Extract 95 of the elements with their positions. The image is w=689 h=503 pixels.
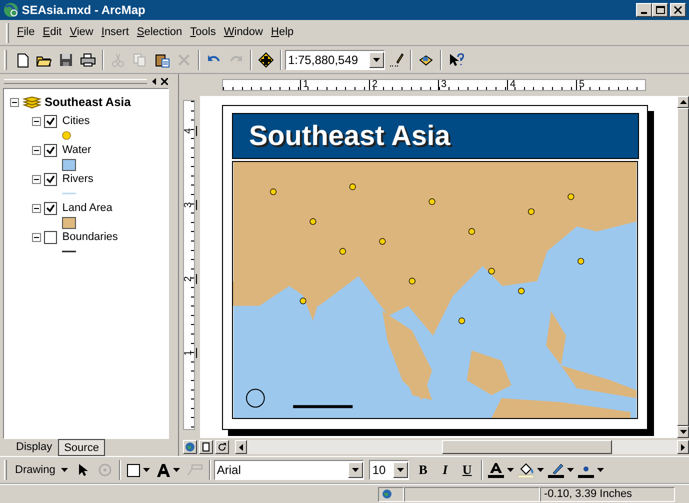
caret-icon bbox=[397, 468, 404, 472]
page-layout-icon bbox=[201, 442, 211, 452]
toolbar-button[interactable] bbox=[183, 440, 197, 454]
refresh-icon bbox=[217, 442, 227, 452]
caret-icon bbox=[507, 468, 514, 472]
collapse-icon[interactable] bbox=[32, 174, 41, 184]
rectangle-icon bbox=[127, 464, 140, 476]
layer-name[interactable]: Boundaries bbox=[62, 229, 118, 246]
callout-icon bbox=[186, 464, 203, 476]
caret-icon bbox=[537, 468, 544, 472]
copy-icon bbox=[132, 52, 148, 68]
ruler-number: 1 bbox=[300, 80, 369, 90]
caret-icon bbox=[597, 468, 604, 472]
toolbar-button[interactable] bbox=[215, 440, 229, 454]
vertical-scrollbar[interactable] bbox=[677, 96, 689, 438]
ruler-number: 2 bbox=[181, 274, 197, 284]
caret-icon bbox=[173, 468, 180, 472]
left-arrow-icon bbox=[239, 444, 243, 450]
ruler-number: 4 bbox=[507, 80, 576, 90]
data-frame-name[interactable]: Southeast Asia bbox=[44, 93, 131, 111]
caret-icon bbox=[567, 468, 574, 472]
menu-item[interactable]: View bbox=[66, 24, 98, 41]
ruler-number: 3 bbox=[438, 80, 507, 90]
italic-button[interactable]: I bbox=[434, 459, 456, 481]
line-color-icon bbox=[548, 462, 564, 478]
collapse-icon[interactable] bbox=[32, 116, 41, 126]
ruler-number: 2 bbox=[369, 80, 438, 90]
layer-checkbox[interactable] bbox=[44, 230, 57, 244]
up-arrow-icon bbox=[680, 100, 686, 104]
ruler-number: 1 bbox=[181, 348, 197, 358]
layer-name[interactable]: Rivers bbox=[62, 171, 94, 188]
menu-item[interactable]: Tools bbox=[186, 24, 220, 41]
text-tool-icon bbox=[157, 464, 170, 476]
menu-item[interactable]: Edit bbox=[38, 24, 66, 41]
collapse-icon[interactable] bbox=[32, 232, 41, 242]
tab[interactable]: Source bbox=[58, 439, 105, 456]
caret-icon bbox=[352, 468, 359, 472]
horizontal-scrollbar[interactable] bbox=[235, 440, 689, 454]
delete-icon bbox=[176, 52, 192, 68]
underline-button[interactable]: U bbox=[456, 459, 478, 481]
layers-icon bbox=[22, 95, 42, 109]
rotate-icon bbox=[98, 463, 112, 477]
whats-this-icon bbox=[448, 52, 464, 68]
scale-dropdown[interactable]: 1:75,880,549 bbox=[285, 50, 385, 70]
menu-item[interactable]: Help bbox=[267, 24, 298, 41]
down-arrow-icon bbox=[680, 430, 686, 434]
layer-checkbox[interactable] bbox=[44, 172, 57, 186]
caret-icon bbox=[373, 58, 380, 62]
font-size-dropdown[interactable]: 10 bbox=[369, 460, 410, 480]
globe-icon bbox=[382, 489, 392, 499]
printer-icon bbox=[80, 52, 96, 68]
scissors-icon bbox=[110, 52, 126, 68]
coordinates-readout: -0.10, 3.39 Inches bbox=[540, 486, 675, 502]
close-button[interactable] bbox=[670, 3, 686, 17]
globe-icon bbox=[3, 2, 19, 18]
pointer-icon bbox=[78, 463, 88, 477]
maximize-button[interactable] bbox=[652, 3, 668, 17]
paste-icon bbox=[154, 52, 170, 68]
layer-checkbox[interactable] bbox=[44, 144, 57, 157]
menu-item[interactable]: Window bbox=[220, 24, 267, 41]
layer-name[interactable]: Land Area bbox=[62, 200, 112, 216]
minimize-icon bbox=[641, 12, 647, 14]
font-color-icon bbox=[488, 462, 504, 478]
maximize-icon bbox=[655, 5, 665, 15]
map-title: Southeast Asia bbox=[232, 113, 639, 159]
layer-name[interactable]: Water bbox=[62, 142, 92, 158]
close-icon[interactable] bbox=[161, 78, 168, 84]
pin-icon[interactable] bbox=[151, 78, 157, 84]
drawing-menu[interactable]: Drawing bbox=[11, 459, 72, 481]
menu-item[interactable]: Insert bbox=[97, 24, 133, 41]
right-arrow-icon bbox=[681, 444, 685, 450]
bold-button[interactable]: B bbox=[412, 459, 434, 481]
toolbar-button[interactable] bbox=[199, 440, 213, 454]
editor-icon bbox=[388, 52, 404, 68]
ruler-number: 5 bbox=[576, 80, 645, 90]
minimize-button[interactable] bbox=[636, 3, 652, 17]
fill-color-icon bbox=[518, 462, 534, 478]
font-dropdown[interactable]: Arial bbox=[214, 460, 364, 480]
ruler-number: 4 bbox=[181, 126, 197, 136]
add-data-icon bbox=[258, 52, 274, 68]
caret-icon bbox=[60, 468, 68, 472]
collapse-icon[interactable] bbox=[32, 146, 41, 155]
layer-name[interactable]: Cities bbox=[62, 113, 90, 130]
save-icon bbox=[58, 52, 74, 68]
menu-item[interactable]: Selection bbox=[132, 24, 186, 41]
window-title: SEAsia.mxd - ArcMap bbox=[22, 2, 146, 19]
collapse-icon[interactable] bbox=[10, 98, 19, 106]
globe-icon bbox=[185, 442, 195, 452]
close-icon bbox=[673, 5, 683, 15]
layer-checkbox[interactable] bbox=[44, 114, 57, 128]
menu-item[interactable]: File bbox=[13, 24, 39, 41]
caret-icon bbox=[143, 468, 150, 472]
collapse-icon[interactable] bbox=[32, 204, 41, 213]
ruler-number: 3 bbox=[181, 200, 197, 210]
layer-checkbox[interactable] bbox=[44, 202, 57, 215]
